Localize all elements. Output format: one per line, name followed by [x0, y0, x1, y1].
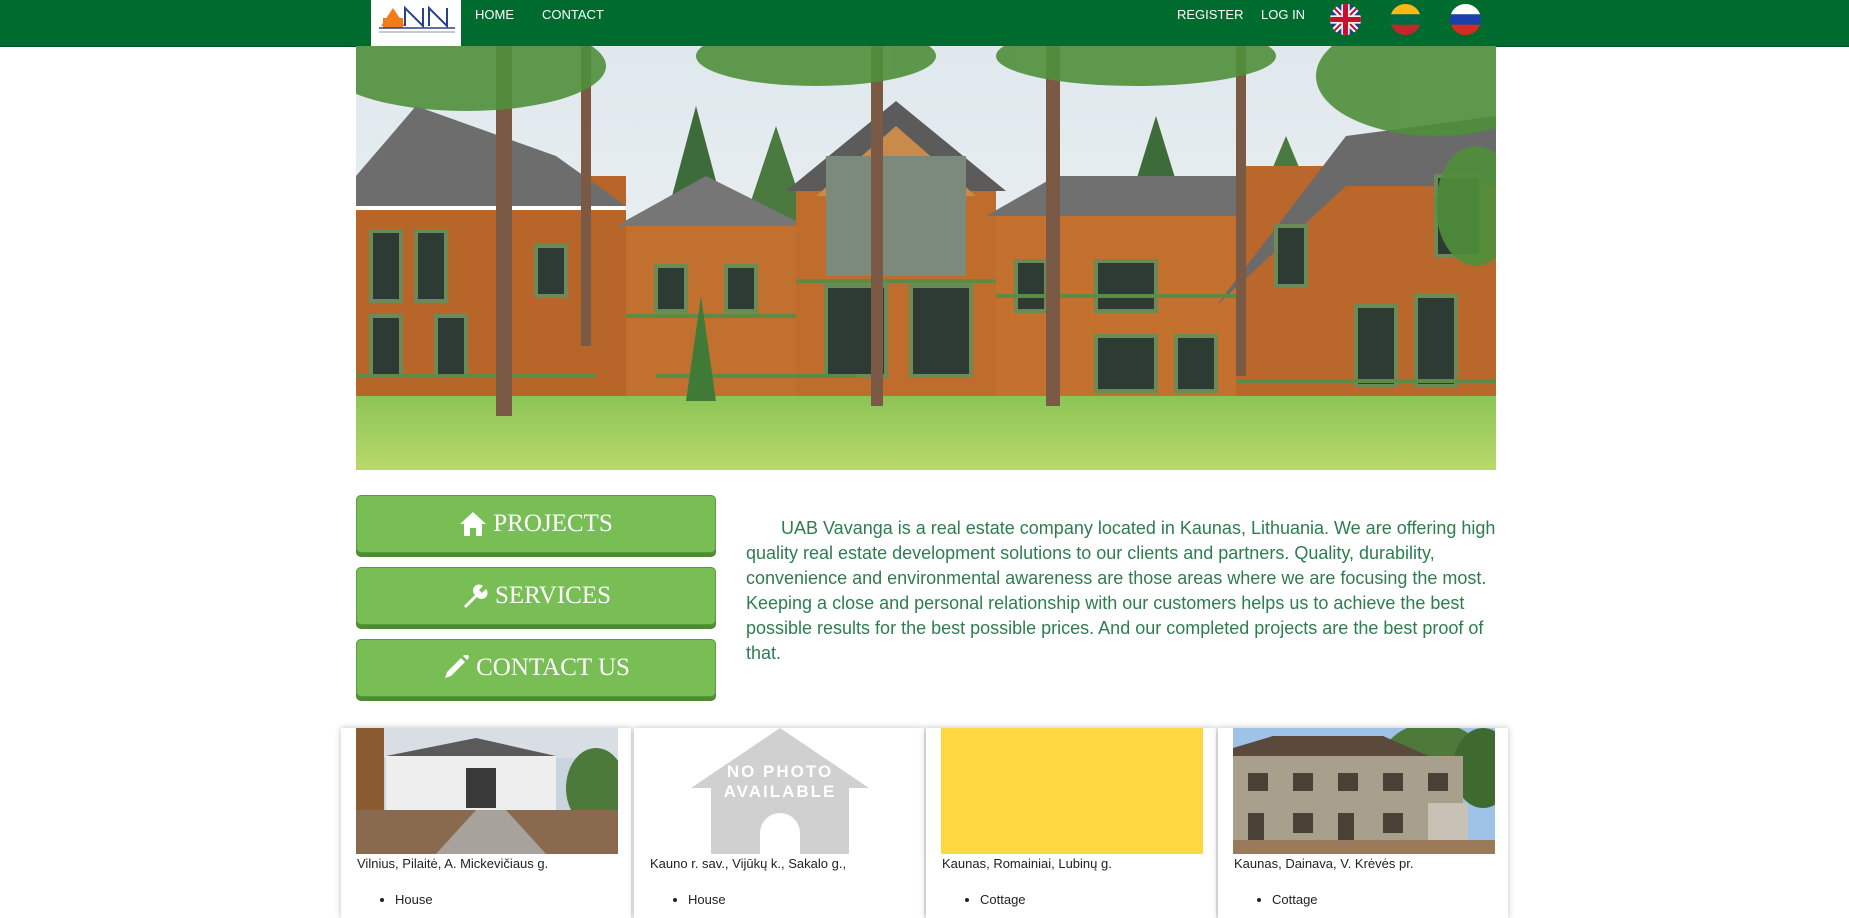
project-card[interactable]: Vilnius, Pilaitė, A. Mickevičiaus g. Hou…: [341, 728, 631, 918]
projects-button[interactable]: PROJECTS: [356, 495, 716, 553]
no-photo-placeholder: NO PHOTO AVAILABLE: [649, 728, 911, 854]
placeholder-text-line-2: AVAILABLE: [723, 782, 837, 801]
pencil-icon: [445, 655, 469, 678]
uk-flag-icon[interactable]: [1330, 4, 1361, 35]
nav-home-link[interactable]: HOME: [475, 0, 514, 30]
project-photo: [356, 728, 618, 854]
project-location: Kauno r. sav., Vijūkų k., Sakalo g.,: [650, 856, 847, 871]
project-photo-placeholder: [941, 728, 1203, 854]
login-link[interactable]: LOG IN: [1261, 0, 1305, 30]
lithuania-flag-icon[interactable]: [1390, 4, 1421, 35]
contact-us-button[interactable]: CONTACT US: [356, 639, 716, 697]
project-type: Cottage: [1272, 892, 1318, 907]
placeholder-text-line-1: NO PHOTO: [726, 762, 834, 781]
nav-contact-link[interactable]: CONTACT: [542, 0, 604, 30]
project-location: Vilnius, Pilaitė, A. Mickevičiaus g.: [357, 856, 549, 871]
contact-us-button-label: CONTACT US: [476, 654, 630, 681]
russia-flag-icon[interactable]: [1450, 4, 1481, 35]
logo-graphic: [379, 5, 455, 33]
services-button[interactable]: SERVICES: [356, 567, 716, 625]
project-type: House: [395, 892, 433, 907]
project-type-list: House: [381, 892, 433, 907]
company-logo[interactable]: [371, 0, 461, 46]
project-card[interactable]: Kaunas, Romainiai, Lubinų g. Cottage: [926, 728, 1216, 918]
projects-button-label: PROJECTS: [493, 510, 613, 537]
project-card[interactable]: NO PHOTO AVAILABLE Kauno r. sav., Vijūkų…: [634, 728, 924, 918]
project-location: Kaunas, Dainava, V. Krėvės pr.: [1234, 856, 1414, 871]
hero-image: [356, 46, 1496, 470]
project-type-list: Cottage: [1258, 892, 1318, 907]
wrench-icon: [463, 584, 488, 608]
services-button-label: SERVICES: [494, 582, 612, 609]
register-link[interactable]: REGISTER: [1177, 0, 1243, 30]
company-intro-text: UAB Vavanga is a real estate company loc…: [746, 518, 1496, 663]
project-type: House: [688, 892, 726, 907]
project-type: Cottage: [980, 892, 1026, 907]
project-type-list: House: [674, 892, 726, 907]
top-navbar: HOME CONTACT REGISTER LOG IN: [0, 0, 1849, 47]
project-location: Kaunas, Romainiai, Lubinų g.: [942, 856, 1112, 871]
home-icon: [460, 512, 487, 536]
project-photo: [1233, 728, 1495, 854]
project-type-list: Cottage: [966, 892, 1026, 907]
project-card[interactable]: Kaunas, Dainava, V. Krėvės pr. Cottage: [1218, 728, 1508, 918]
